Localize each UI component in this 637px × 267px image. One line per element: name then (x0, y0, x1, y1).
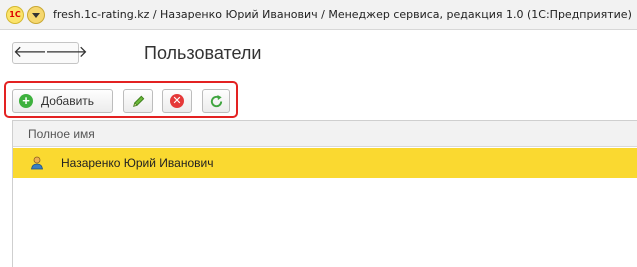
window-titlebar: 1С fresh.1c-rating.kz / Назаренко Юрий И… (0, 0, 637, 30)
column-header-full-name[interactable]: Полное имя (28, 127, 95, 141)
window-title: fresh.1c-rating.kz / Назаренко Юрий Иван… (53, 8, 632, 21)
delete-button[interactable]: ✕ (162, 89, 192, 113)
main-menu-dropdown-icon[interactable] (27, 6, 45, 24)
edit-button[interactable] (123, 89, 153, 113)
table-row[interactable]: Назаренко Юрий Иванович (13, 148, 637, 178)
back-button[interactable]: 🡐 (12, 42, 56, 64)
forward-button[interactable]: 🡒 (45, 42, 88, 64)
arrow-right-icon: 🡒 (45, 44, 88, 61)
row-full-name: Назаренко Юрий Иванович (61, 156, 214, 170)
app-logo-icon: 1С (6, 6, 24, 24)
add-button-label: Добавить (41, 94, 95, 108)
pencil-icon (133, 95, 145, 107)
user-icon (31, 156, 43, 170)
add-button[interactable]: + Добавить (12, 89, 113, 113)
page-title: Пользователи (144, 43, 262, 63)
refresh-icon (210, 94, 223, 108)
plus-circle-icon: + (19, 94, 33, 108)
delete-circle-icon: ✕ (170, 94, 184, 108)
list-header: Полное имя (13, 121, 637, 147)
refresh-button[interactable] (202, 89, 230, 113)
